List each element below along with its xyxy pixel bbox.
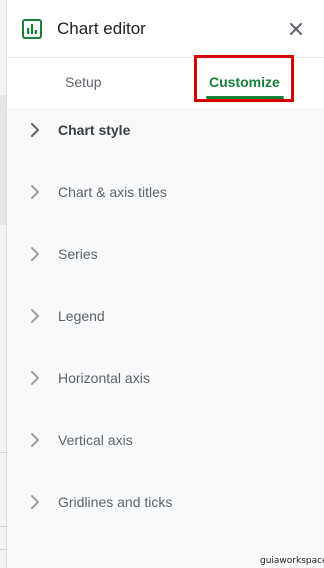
section-label: Series (58, 246, 98, 262)
bar-chart-icon (22, 19, 42, 39)
section-label: Chart & axis titles (58, 184, 167, 200)
watermark: guiaworkspace (260, 556, 324, 566)
chevron-right-icon (31, 433, 39, 447)
section-chart-axis-titles[interactable]: Chart & axis titles (7, 170, 324, 214)
chevron-right-icon (31, 185, 39, 199)
customize-sections: Chart style Chart & axis titles Series L… (7, 108, 324, 568)
section-label: Gridlines and ticks (58, 494, 173, 510)
chart-editor-panel: Chart editor Setup Customize Chart style… (7, 0, 324, 568)
section-label: Vertical axis (58, 432, 133, 448)
chevron-right-icon (31, 123, 39, 137)
section-horizontal-axis[interactable]: Horizontal axis (7, 356, 324, 400)
chevron-right-icon (31, 371, 39, 385)
highlight-box (194, 55, 294, 102)
spreadsheet-edge (0, 0, 7, 568)
section-label: Legend (58, 308, 105, 324)
section-label: Chart style (58, 122, 131, 138)
chevron-right-icon (31, 495, 39, 509)
section-gridlines-ticks[interactable]: Gridlines and ticks (7, 480, 324, 524)
chevron-right-icon (31, 247, 39, 261)
section-legend[interactable]: Legend (7, 294, 324, 338)
editor-title: Chart editor (57, 19, 146, 38)
tab-setup[interactable]: Setup (65, 72, 102, 92)
section-chart-style[interactable]: Chart style (7, 108, 324, 152)
sheet-gridline (0, 549, 7, 550)
editor-header: Chart editor (7, 0, 324, 58)
sheet-gridline (0, 526, 7, 527)
section-series[interactable]: Series (7, 232, 324, 276)
close-icon[interactable] (285, 18, 307, 40)
chevron-right-icon (31, 309, 39, 323)
sheet-scrollbar[interactable] (0, 95, 6, 225)
section-vertical-axis[interactable]: Vertical axis (7, 418, 324, 462)
sheet-gridline (0, 452, 7, 453)
section-label: Horizontal axis (58, 370, 150, 386)
